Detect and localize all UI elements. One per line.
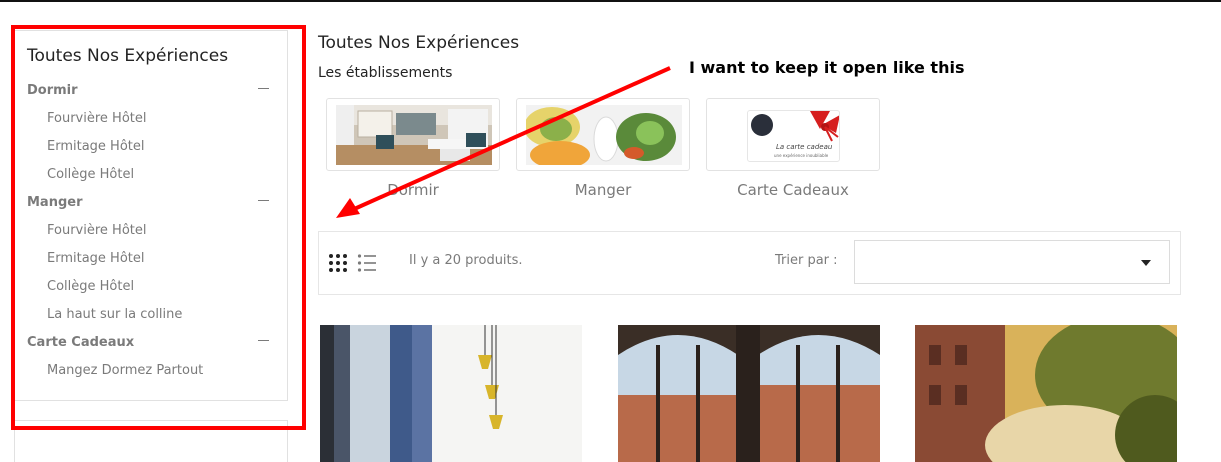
hotel-room-image xyxy=(336,105,492,165)
highlight-annotation-box xyxy=(11,25,306,430)
establishment-card-carte-cadeaux[interactable]: La carte cadeau une expérience inoubliab… xyxy=(706,98,880,171)
product-image-2[interactable] xyxy=(618,325,880,462)
gift-card-image: La carte cadeau une expérience inoubliab… xyxy=(747,110,840,162)
annotation-text: I want to keep it open like this xyxy=(689,58,965,77)
dropdown-caret-icon xyxy=(1141,260,1151,266)
sort-select[interactable] xyxy=(854,240,1170,284)
establishment-name-carte-cadeaux[interactable]: Carte Cadeaux xyxy=(706,181,880,199)
gift-card-title: La carte cadeau xyxy=(776,143,833,151)
grid-view-icon[interactable] xyxy=(328,253,348,273)
product-image-1[interactable] xyxy=(320,325,582,462)
gift-card-subtitle: une expérience inoubliable xyxy=(774,153,829,158)
top-divider xyxy=(0,0,1221,2)
page-title: Toutes Nos Expériences xyxy=(318,33,520,53)
establishment-name-dormir[interactable]: Dormir xyxy=(326,181,500,199)
establishment-name-manger[interactable]: Manger xyxy=(516,181,690,199)
establishments-heading: Les établissements xyxy=(318,65,453,81)
product-count: Il y a 20 produits. xyxy=(409,253,523,268)
establishment-card-dormir[interactable] xyxy=(326,98,500,171)
sort-label: Trier par : xyxy=(775,253,838,268)
list-view-icon[interactable] xyxy=(357,253,377,273)
food-image xyxy=(526,105,682,165)
product-image-3[interactable] xyxy=(915,325,1177,462)
establishment-card-manger[interactable] xyxy=(516,98,690,171)
